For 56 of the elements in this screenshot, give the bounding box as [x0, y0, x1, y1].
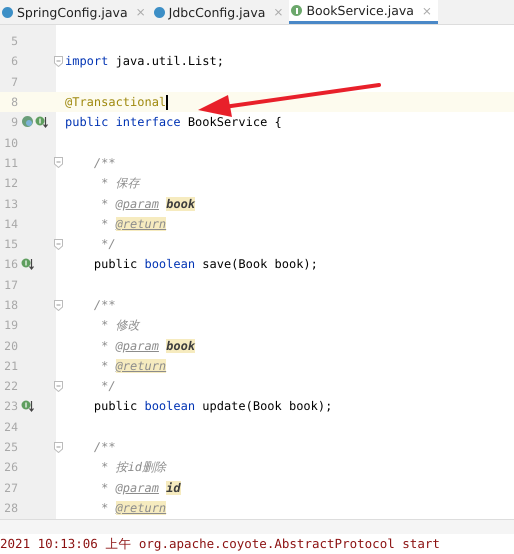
editor-tab[interactable]: BookService.java ×	[289, 0, 438, 24]
line-number: 15	[3, 237, 18, 252]
line-number: 14	[3, 216, 18, 231]
code-line: /**	[92, 156, 116, 170]
code-line: import java.util.List;	[65, 54, 224, 68]
implemented-icon[interactable]	[21, 399, 35, 414]
code-line: /**	[92, 298, 116, 312]
fold-icon[interactable]	[54, 380, 62, 392]
line-number: 13	[3, 196, 18, 211]
line-number: 18	[3, 298, 18, 312]
code-line: public interface BookService {	[65, 115, 282, 130]
code-line: * 保存	[100, 174, 140, 192]
code-line: * @param id	[100, 480, 181, 495]
code-line: * @param book	[100, 196, 196, 211]
code-line: * 按id删除	[100, 458, 166, 476]
interface-icon	[291, 5, 302, 16]
line-number: 9	[10, 115, 18, 130]
fold-icon[interactable]	[54, 300, 62, 310]
line-number: 11	[3, 156, 18, 170]
fold-icon[interactable]	[54, 56, 62, 67]
implemented-icon[interactable]	[21, 257, 35, 272]
line-number: 17	[3, 278, 18, 292]
implemented-icon[interactable]	[35, 115, 49, 130]
line-number: 8	[10, 95, 18, 110]
line-number: 23	[3, 399, 18, 414]
line-number: 28	[3, 500, 18, 515]
code-line: */	[100, 379, 116, 394]
line-number: 6	[10, 54, 18, 68]
line-number: 20	[3, 338, 18, 353]
code-line: * @param book	[100, 338, 196, 353]
editor-tab[interactable]: JdbcConfig.java ×	[152, 0, 290, 24]
fold-icon[interactable]	[54, 238, 62, 250]
line-number: 19	[3, 318, 18, 332]
fold-icon[interactable]	[54, 442, 62, 453]
code-line: public boolean save(Book book);	[92, 257, 318, 272]
class-icon	[154, 6, 165, 18]
line-number: 5	[10, 34, 18, 48]
code-line: public boolean update(Book book);	[92, 399, 332, 414]
line-number: 16	[3, 257, 18, 272]
code-line: @Transactional	[65, 94, 168, 110]
code-line: */	[100, 237, 116, 252]
line-number: 25	[3, 440, 18, 454]
class-icon	[2, 6, 13, 18]
console-line: 2021 10:13:06 上午 org.apache.coyote.AbstractProtocol start	[0, 536, 440, 552]
code-line: /**	[92, 440, 116, 454]
fold-icon[interactable]	[54, 157, 62, 168]
editor-tab[interactable]: SpringConfig.java ×	[0, 0, 152, 24]
line-number: 22	[3, 379, 18, 394]
line-number: 10	[3, 136, 18, 150]
line-number: 26	[3, 460, 18, 474]
line-number: 27	[3, 480, 18, 495]
code-line: * 修改	[100, 316, 140, 334]
line-number: 24	[3, 420, 18, 434]
line-number: 12	[3, 176, 18, 190]
line-number: 21	[3, 358, 18, 373]
line-number: 7	[10, 74, 18, 89]
